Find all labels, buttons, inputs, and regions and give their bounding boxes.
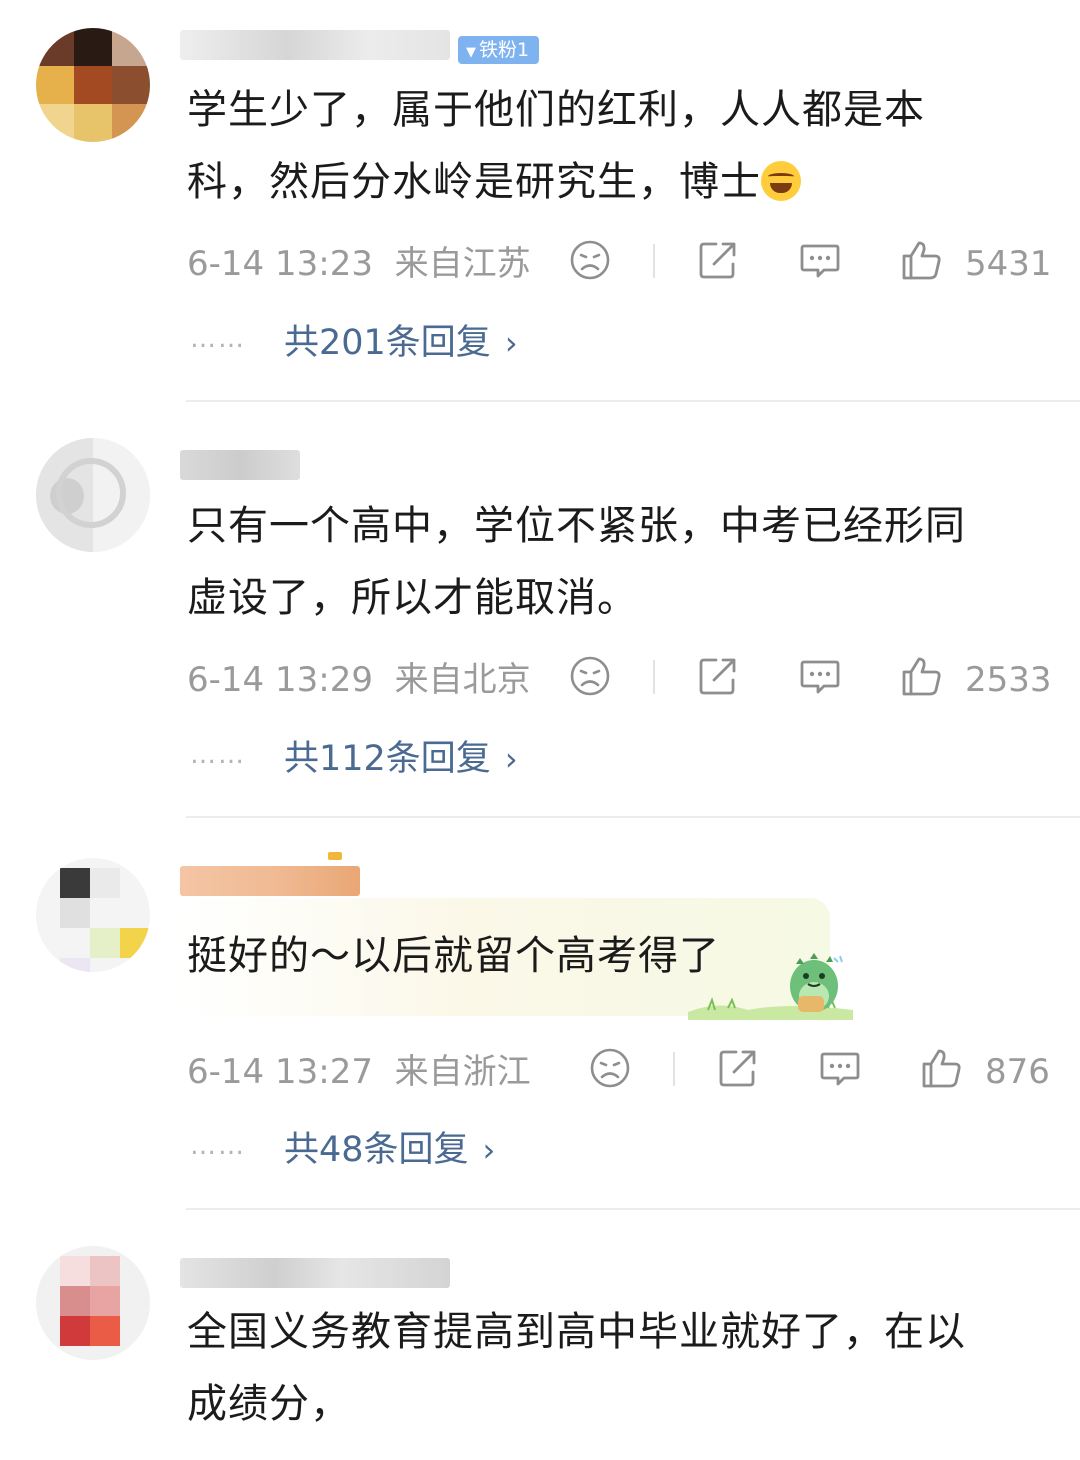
laughing-emoji-icon: [761, 161, 801, 201]
location-text: 来自北京: [394, 660, 531, 700]
thumbs-up-icon[interactable]: [900, 654, 944, 698]
reply-count-text: 共112条回复: [284, 739, 491, 779]
comment-icon[interactable]: [818, 1046, 862, 1090]
comment-text-line: 全国义务教育提高到高中毕业就好了，在以: [187, 1309, 966, 1355]
like-count: 5431: [965, 244, 1052, 284]
comment-text: 学生少了，属于他们的红利，人人都是本 科，然后分水岭是研究生，博士: [187, 74, 1027, 218]
comment-text: 挺好的～以后就留个高考得了: [187, 920, 1027, 992]
badge-triangle-icon: ▼: [466, 45, 476, 60]
username-blurred[interactable]: [180, 450, 300, 480]
comment-text-line: 只有一个高中，学位不紧张，中考已经形同: [187, 503, 966, 549]
comment-text-line: 挺好的～以后就留个高考得了: [187, 933, 720, 979]
time-text: 6-14 13:27: [187, 1052, 373, 1092]
sad-face-icon[interactable]: [588, 1046, 632, 1090]
time-text: 6-14 13:23: [187, 244, 373, 284]
share-icon[interactable]: [696, 654, 740, 698]
share-icon[interactable]: [696, 238, 740, 282]
green-dinosaur-sticker: [688, 953, 853, 1020]
sad-face-icon[interactable]: [568, 654, 612, 698]
location-text: 来自江苏: [394, 244, 531, 284]
comment-timestamp: 6-14 13:29 来自北京: [187, 658, 531, 702]
comment-text-line: 成绩分，: [187, 1381, 351, 1427]
comment-divider: [186, 400, 1080, 402]
avatar[interactable]: [36, 28, 150, 142]
reply-count-text: 共48条回复: [284, 1130, 469, 1170]
reply-count-text: 共201条回复: [284, 323, 491, 363]
reply-dots: ……: [190, 740, 246, 770]
chevron-right-icon: ›: [504, 740, 518, 778]
thumbs-up-icon[interactable]: [920, 1046, 964, 1090]
comment-meta: 6-14 13:23 来自江苏 5431: [187, 238, 1052, 288]
reply-count-link[interactable]: 共48条回复 ›: [284, 1127, 495, 1173]
chevron-right-icon: ›: [504, 324, 518, 362]
comment-meta: 6-14 13:27 来自浙江 876: [187, 1046, 1050, 1096]
avatar[interactable]: [36, 438, 150, 552]
location-text: 来自浙江: [394, 1052, 531, 1092]
meta-divider: [673, 1052, 675, 1086]
comment-divider: [186, 1208, 1080, 1210]
comment-text-line: 科，然后分水岭是研究生，博士: [187, 146, 1027, 218]
comment-timestamp: 6-14 13:27 来自浙江: [187, 1050, 531, 1094]
comment-timestamp: 6-14 13:23 来自江苏: [187, 242, 531, 286]
username-blurred[interactable]: [180, 866, 360, 896]
like-count: 2533: [965, 660, 1052, 700]
share-icon[interactable]: [716, 1046, 760, 1090]
reply-count-link[interactable]: 共201条回复 ›: [284, 320, 518, 366]
avatar[interactable]: [36, 858, 150, 972]
comment-text-fragment: 科，然后分水岭是研究生，博士: [187, 159, 761, 205]
sad-face-icon[interactable]: [568, 238, 612, 282]
time-text: 6-14 13:29: [187, 660, 373, 700]
comment-text: 全国义务教育提高到高中毕业就好了，在以 成绩分，: [187, 1296, 1027, 1440]
avatar[interactable]: [36, 1246, 150, 1360]
fan-badge-label: 铁粉1: [479, 39, 530, 61]
comment-text-line: 虚设了，所以才能取消。: [187, 575, 638, 621]
chevron-right-icon: ›: [482, 1131, 496, 1169]
comment-divider: [186, 816, 1080, 818]
thumbs-up-icon[interactable]: [900, 238, 944, 282]
comment-meta: 6-14 13:29 来自北京 2533: [187, 654, 1052, 704]
reply-dots: ……: [190, 324, 246, 354]
reply-count-link[interactable]: 共112条回复 ›: [284, 736, 518, 782]
username-blurred[interactable]: [180, 30, 450, 60]
fan-badge: ▼ 铁粉1: [458, 36, 540, 64]
like-count: 876: [985, 1052, 1050, 1092]
vip-crown-icon: [328, 852, 342, 860]
meta-divider: [653, 660, 655, 694]
username-blurred[interactable]: [180, 1258, 450, 1288]
comment-icon[interactable]: [798, 654, 842, 698]
comment-text-line: 学生少了，属于他们的红利，人人都是本: [187, 87, 925, 133]
comment-text: 只有一个高中，学位不紧张，中考已经形同 虚设了，所以才能取消。: [187, 490, 1027, 634]
comment-icon[interactable]: [798, 238, 842, 282]
reply-dots: ……: [190, 1131, 246, 1161]
meta-divider: [653, 244, 655, 278]
